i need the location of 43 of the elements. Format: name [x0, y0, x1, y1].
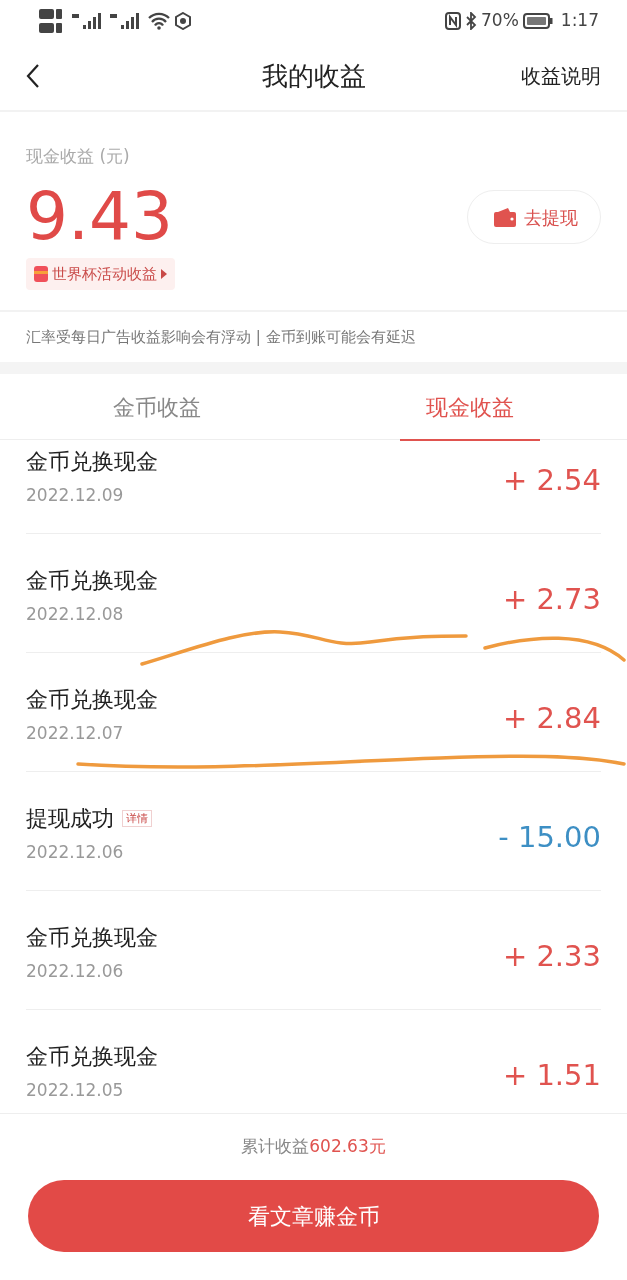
activity-earnings-button[interactable]: 世界杯活动收益: [26, 257, 175, 290]
nfc-icon: [445, 12, 461, 30]
balance-label: 现金收益 (元): [26, 145, 131, 168]
earnings-info-link[interactable]: 收益说明: [521, 61, 601, 91]
total-earnings: 累计收益602.63元: [241, 1135, 386, 1159]
record-amount: + 2.84: [502, 700, 601, 737]
signal-icon: [72, 12, 102, 30]
record-date: 2022.12.08: [26, 603, 124, 626]
caret-icon: [161, 268, 167, 279]
record-date: 2022.12.09: [26, 484, 124, 507]
tab[interactable]: 金币收益: [0, 374, 314, 440]
record-amount: + 2.54: [502, 462, 601, 499]
balance-amount: 9.43: [26, 183, 174, 250]
clock-time: 1:17: [560, 9, 599, 33]
details-tag[interactable]: 详情: [122, 809, 152, 828]
record-date: 2022.12.06: [26, 960, 124, 983]
withdraw-button[interactable]: 去提现: [467, 190, 601, 244]
record-date: 2022.12.07: [26, 722, 124, 745]
record-date: 2022.12.05: [26, 1079, 124, 1102]
battery-percent: 70%: [481, 9, 519, 33]
record-amount: + 2.33: [502, 938, 601, 975]
wifi-icon: [148, 12, 170, 30]
record-title: 提现成功: [26, 805, 114, 833]
tab[interactable]: 现金收益: [313, 374, 627, 440]
read-articles-button[interactable]: 看文章赚金币: [28, 1180, 599, 1252]
record-amount: - 15.00: [498, 819, 601, 856]
back-icon[interactable]: [26, 63, 40, 89]
battery-icon: [522, 13, 553, 29]
bluetooth-icon: [465, 12, 477, 30]
record-title: 金币兑换现金: [26, 1043, 158, 1071]
notice-text: 汇率受每日广告收益影响会有浮动 | 金币到账可能会有延迟: [0, 310, 627, 362]
sim-card-icon: [38, 7, 64, 35]
record-title: 金币兑换现金: [26, 686, 158, 714]
wallet-icon: [494, 207, 516, 227]
record-date: 2022.12.06: [26, 841, 124, 864]
record-title: 金币兑换现金: [26, 448, 158, 476]
record-amount: + 2.73: [502, 581, 601, 618]
record-amount: + 1.51: [502, 1057, 601, 1094]
signal-icon: [110, 12, 140, 30]
gift-icon: [34, 265, 48, 282]
record-title: 金币兑换现金: [26, 924, 158, 952]
page-title: 我的收益: [261, 59, 366, 93]
record-title: 金币兑换现金: [26, 567, 158, 595]
